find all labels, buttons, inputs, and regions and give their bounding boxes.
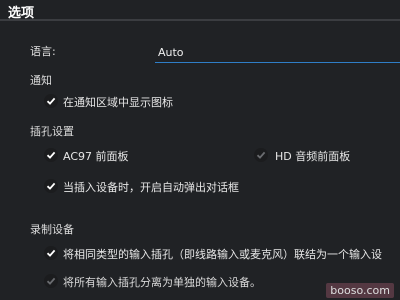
show-tray-icon-checkbox[interactable] [44, 94, 58, 108]
merge-inputs-checkbox[interactable] [44, 246, 58, 260]
separate-inputs-checkbox[interactable] [44, 274, 58, 288]
watermark: booso.com [326, 283, 394, 298]
checkmark-icon [46, 249, 56, 257]
checkmark-icon [46, 151, 56, 159]
language-label: 语言: [30, 45, 56, 58]
auto-popup-label: 当插入设备时，开启自动弹出对话框 [63, 181, 239, 194]
hd-audio-label: HD 音频前面板 [275, 150, 351, 163]
ac97-checkbox[interactable] [44, 148, 58, 162]
notify-section-title: 通知 [30, 74, 52, 87]
show-tray-icon-label: 在通知区域中显示图标 [63, 96, 173, 109]
checkmark-icon [46, 97, 56, 105]
separate-inputs-label: 将所有输入插孔分离为单独的输入设备。 [63, 276, 261, 289]
jack-section-title: 插孔设置 [30, 125, 74, 138]
checkmark-icon [46, 277, 56, 285]
checkmark-icon [46, 182, 56, 190]
hd-audio-checkbox[interactable] [254, 148, 268, 162]
auto-popup-checkbox[interactable] [44, 179, 58, 193]
language-select-underline [155, 62, 400, 63]
checkmark-icon [256, 151, 266, 159]
ac97-label: AC97 前面板 [63, 150, 129, 163]
record-section-title: 录制设备 [30, 223, 74, 236]
merge-inputs-label: 将相同类型的输入插孔（即线路输入或麦克风）联结为一个输入设 [63, 248, 382, 261]
language-select[interactable]: Auto [158, 46, 184, 59]
title-divider [0, 19, 400, 21]
